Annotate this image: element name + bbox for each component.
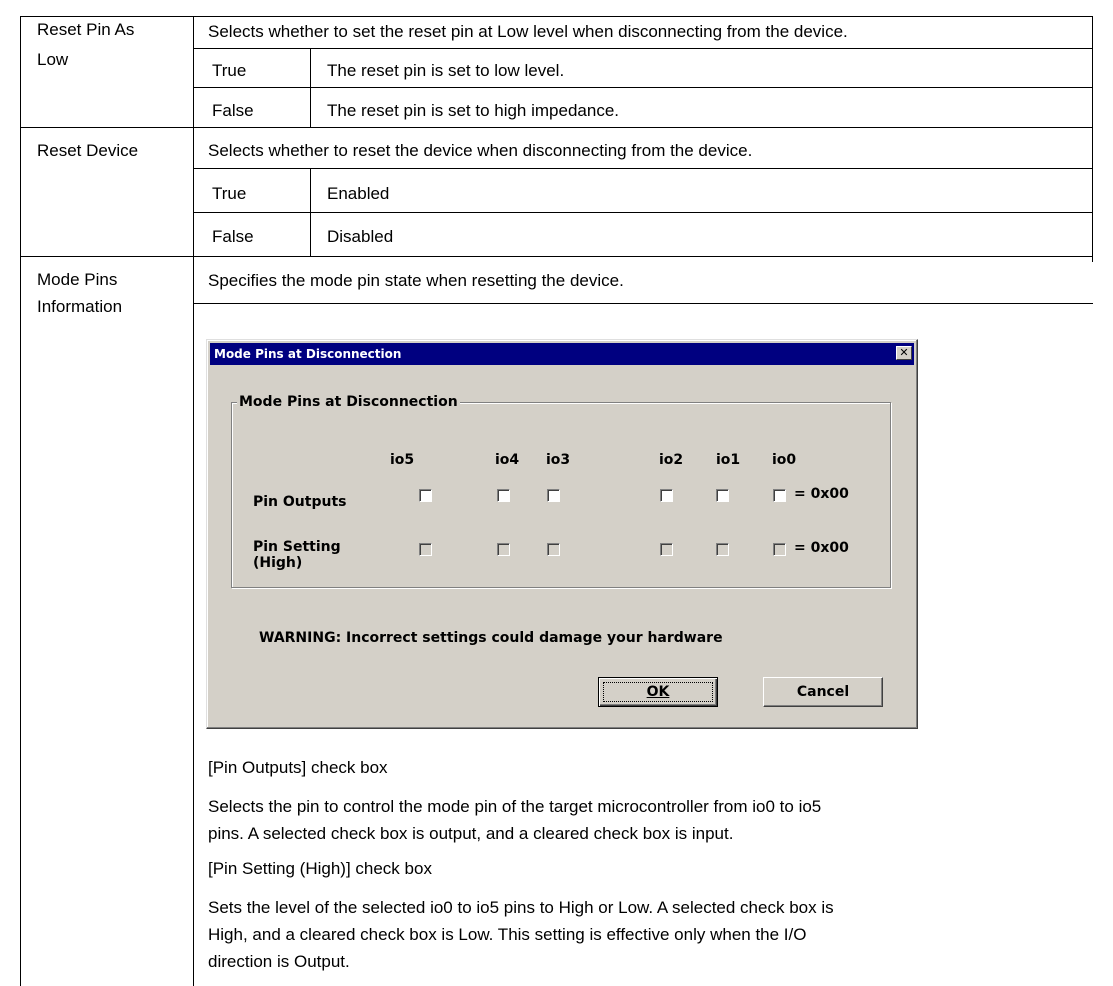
pin-outputs-io3-checkbox[interactable] [547,489,560,502]
option-text: The reset pin is set to high impedance. [327,101,619,120]
pin-header-io5: io5 [390,452,415,468]
pin-setting-io0-checkbox[interactable] [773,543,786,556]
pin-outputs-io1-checkbox[interactable] [716,489,729,502]
group-label: Mode Pins at Disconnection [237,394,460,410]
pin-outputs-io4-checkbox[interactable] [497,489,510,502]
pin-outputs-label: Pin Outputs [253,494,347,510]
row-description: Selects whether to reset the device when… [208,141,753,160]
table-top-border [20,16,1093,17]
pin-outputs-io0-checkbox[interactable] [773,489,786,502]
table-label-column-divider [193,16,194,986]
row-label: Mode Pins [37,270,118,289]
option-value: False [212,101,254,120]
mode-pins-dialog: Mode Pins at Disconnection ✕ Mode Pins a… [206,339,918,729]
note-text: High, and a cleared check box is Low. Th… [208,925,807,944]
row-description: Specifies the mode pin state when resett… [208,271,624,290]
cancel-button[interactable]: Cancel [763,677,883,707]
pin-header-io1: io1 [716,452,741,468]
row2-desc-divider [193,168,1093,169]
table-right-border [1092,16,1093,262]
dialog-titlebar: Mode Pins at Disconnection ✕ [210,343,914,365]
pin-header-io3: io3 [546,452,571,468]
note-text: pins. A selected check box is output, an… [208,824,734,843]
row2-option-divider [193,212,1093,213]
row1-option-divider [193,87,1093,88]
note-text: Selects the pin to control the mode pin … [208,797,822,816]
row-label: Low [37,50,69,69]
row-divider-2 [20,256,1093,257]
row-label: Reset Device [37,141,139,160]
row1-desc-divider [193,48,1093,49]
pin-outputs-io2-checkbox[interactable] [660,489,673,502]
row-label: Information [37,297,123,316]
ok-button[interactable]: OK [598,677,718,707]
pin-header-io0: io0 [772,452,797,468]
table-left-border [20,16,21,986]
note-heading-pin-outputs: [Pin Outputs] check box [208,758,388,777]
option-value: True [212,61,247,80]
option-text: Disabled [327,227,394,246]
pin-setting-label-high: (High) [253,555,303,571]
note-text: Sets the level of the selected io0 to io… [208,898,834,917]
pin-setting-io3-checkbox[interactable] [547,543,560,556]
pin-outputs-value: = 0x00 [794,486,849,502]
pin-outputs-io5-checkbox[interactable] [419,489,432,502]
pin-header-io4: io4 [495,452,520,468]
note-text: direction is Output. [208,952,350,971]
option-value: True [212,184,247,203]
row-label: Reset Pin As [37,20,135,39]
pin-setting-value: = 0x00 [794,540,849,556]
cancel-button-label: Cancel [796,684,850,700]
option-value: False [212,227,254,246]
pin-setting-label: Pin Setting [253,539,341,555]
pin-setting-io5-checkbox[interactable] [419,543,432,556]
row1-options-divider [310,48,311,128]
option-text: The reset pin is set to low level. [327,61,565,80]
row-divider-1 [20,127,1093,128]
warning-text: WARNING: Incorrect settings could damage… [259,630,723,646]
dialog-title: Mode Pins at Disconnection [214,347,402,361]
row2-options-divider [310,168,311,257]
pin-setting-io2-checkbox[interactable] [660,543,673,556]
pin-header-io2: io2 [659,452,684,468]
pin-setting-io1-checkbox[interactable] [716,543,729,556]
note-heading-pin-setting: [Pin Setting (High)] check box [208,859,432,878]
close-icon[interactable]: ✕ [896,346,912,360]
option-text: Enabled [327,184,390,203]
pin-setting-io4-checkbox[interactable] [497,543,510,556]
row3-desc-divider [193,303,1093,304]
row-description: Selects whether to set the reset pin at … [208,22,848,41]
